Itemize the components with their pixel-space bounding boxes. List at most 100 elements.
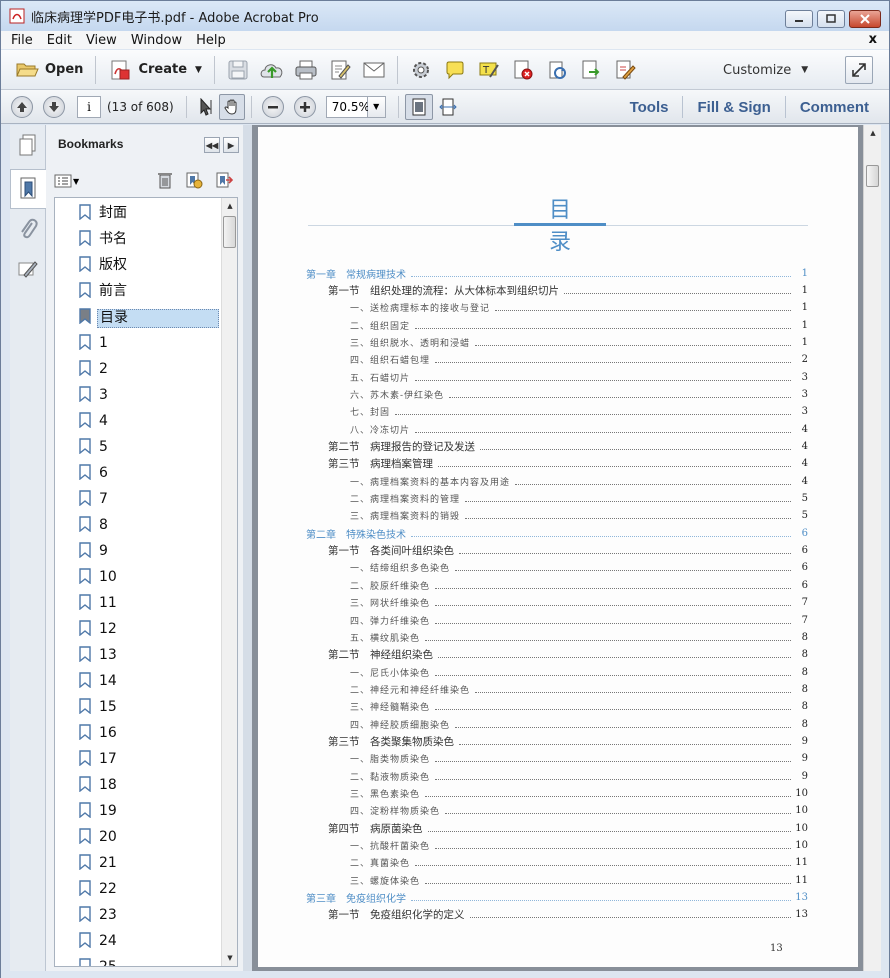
highlight-button[interactable]: T bbox=[472, 55, 506, 85]
export-button[interactable] bbox=[574, 55, 608, 85]
expand-bookmark-icon[interactable] bbox=[215, 171, 233, 189]
toc-entry-item[interactable]: 八、冷冻切片 4 bbox=[350, 421, 808, 437]
toc-entry-item[interactable]: 四、神经胶质细胞染色 8 bbox=[350, 716, 808, 732]
toc-entry-item[interactable]: 五、石蜡切片 3 bbox=[350, 369, 808, 385]
bookmark-item[interactable]: 10 bbox=[55, 564, 237, 590]
save-button[interactable] bbox=[221, 55, 255, 85]
minimize-button[interactable] bbox=[785, 10, 813, 28]
toc-entry-item[interactable]: 三、病理档案资料的销毁 5 bbox=[350, 508, 808, 524]
comment-button[interactable] bbox=[438, 55, 472, 85]
bookmark-options-button[interactable]: ▼ bbox=[54, 174, 79, 188]
bookmark-item[interactable]: 13 bbox=[55, 642, 237, 668]
bookmark-item[interactable]: 12 bbox=[55, 616, 237, 642]
bookmark-item[interactable]: 20 bbox=[55, 824, 237, 850]
bookmark-item[interactable]: 6 bbox=[55, 460, 237, 486]
bookmark-item[interactable]: 9 bbox=[55, 538, 237, 564]
collapse-panel-button[interactable]: ◀◀ bbox=[204, 137, 220, 153]
previous-page-button[interactable] bbox=[11, 95, 33, 118]
bookmark-item[interactable]: 24 bbox=[55, 928, 237, 954]
fit-width-button[interactable] bbox=[433, 92, 463, 122]
print-button[interactable] bbox=[289, 55, 323, 85]
toc-entry-item[interactable]: 三、黑色素染色 10 bbox=[350, 786, 808, 802]
toc-entry-chapter[interactable]: 第二章 特殊染色技术 6 bbox=[306, 525, 808, 541]
create-button[interactable]: Create ▼ bbox=[102, 55, 208, 85]
toc-entry-item[interactable]: 一、抗酸杆菌染色 10 bbox=[350, 838, 808, 854]
toc-entry-item[interactable]: 二、胶原纤维染色 6 bbox=[350, 577, 808, 593]
menu-view[interactable]: View bbox=[86, 33, 117, 48]
new-bookmark-icon[interactable] bbox=[185, 171, 203, 189]
tools-pane-link[interactable]: Tools bbox=[616, 99, 683, 116]
scroll-thumb[interactable] bbox=[223, 216, 236, 248]
bookmark-item[interactable]: 版权 bbox=[55, 252, 237, 278]
bookmark-item[interactable]: 15 bbox=[55, 694, 237, 720]
menu-file[interactable]: File bbox=[11, 33, 33, 48]
maximize-button[interactable] bbox=[817, 10, 845, 28]
full-screen-button[interactable] bbox=[845, 56, 873, 84]
bookmark-item[interactable]: 目录 bbox=[55, 304, 237, 330]
page-number-input[interactable]: i bbox=[77, 95, 101, 118]
comment-pane-link[interactable]: Comment bbox=[786, 99, 869, 116]
zoom-out-button[interactable] bbox=[261, 95, 284, 118]
toc-entry-item[interactable]: 四、淀粉样物质染色 10 bbox=[350, 803, 808, 819]
toc-entry-item[interactable]: 二、病理档案资料的管理 5 bbox=[350, 491, 808, 507]
bookmark-item[interactable]: 3 bbox=[55, 382, 237, 408]
attachments-button[interactable] bbox=[10, 209, 46, 249]
scroll-up-arrow-icon[interactable]: ▲ bbox=[865, 125, 881, 141]
next-page-button[interactable] bbox=[43, 95, 65, 118]
bookmark-item[interactable]: 19 bbox=[55, 798, 237, 824]
bookmark-item[interactable]: 8 bbox=[55, 512, 237, 538]
toc-entry-section[interactable]: 第四节 病原菌染色 10 bbox=[328, 820, 808, 836]
toc-entry-section[interactable]: 第一节 组织处理的流程：从大体标本到组织切片 1 bbox=[328, 282, 808, 298]
menu-edit[interactable]: Edit bbox=[47, 33, 72, 48]
settings-button[interactable] bbox=[404, 55, 438, 85]
toc-entry-item[interactable]: 一、脂类物质染色 9 bbox=[350, 751, 808, 767]
bookmark-item[interactable]: 4 bbox=[55, 408, 237, 434]
toc-entry-item[interactable]: 六、苏木素-伊红染色 3 bbox=[350, 386, 808, 402]
toc-entry-section[interactable]: 第三节 病理档案管理 4 bbox=[328, 456, 808, 472]
toc-entry-item[interactable]: 三、神经髓鞘染色 8 bbox=[350, 699, 808, 715]
toc-entry-chapter[interactable]: 第三章 免疫组织化学 13 bbox=[306, 890, 808, 906]
bookmarks-button[interactable] bbox=[10, 169, 46, 209]
scroll-down-arrow-icon[interactable]: ▼ bbox=[222, 950, 237, 966]
bookmark-item[interactable]: 14 bbox=[55, 668, 237, 694]
bookmark-item[interactable]: 11 bbox=[55, 590, 237, 616]
document-scrollbar[interactable]: ▲ bbox=[863, 125, 881, 971]
fit-page-button[interactable] bbox=[404, 93, 433, 120]
signatures-button[interactable] bbox=[10, 249, 46, 289]
email-button[interactable] bbox=[357, 55, 391, 85]
bookmark-item[interactable]: 17 bbox=[55, 746, 237, 772]
bookmark-item[interactable]: 22 bbox=[55, 876, 237, 902]
page-thumbnails-button[interactable] bbox=[10, 125, 46, 165]
delete-pages-button[interactable] bbox=[506, 55, 540, 85]
menu-window[interactable]: Window bbox=[131, 33, 182, 48]
toc-entry-item[interactable]: 二、组织固定 1 bbox=[350, 317, 808, 333]
bookmark-item[interactable]: 18 bbox=[55, 772, 237, 798]
select-tool-button[interactable] bbox=[193, 92, 219, 122]
zoom-in-button[interactable] bbox=[293, 95, 316, 118]
hand-tool-button[interactable] bbox=[218, 93, 245, 120]
close-button[interactable] bbox=[849, 10, 881, 28]
trash-icon[interactable] bbox=[157, 171, 173, 189]
bookmark-item[interactable]: 书名 bbox=[55, 226, 237, 252]
toc-entry-item[interactable]: 二、黏液物质染色 9 bbox=[350, 768, 808, 784]
bookmark-item[interactable]: 23 bbox=[55, 902, 237, 928]
bookmark-item[interactable]: 前言 bbox=[55, 278, 237, 304]
scroll-up-arrow-icon[interactable]: ▲ bbox=[222, 198, 237, 214]
bookmark-item[interactable]: 封面 bbox=[55, 200, 237, 226]
toc-entry-item[interactable]: 三、组织脱水、透明和浸蜡 1 bbox=[350, 334, 808, 350]
toc-entry-item[interactable]: 四、组织石蜡包埋 2 bbox=[350, 352, 808, 368]
toc-entry-item[interactable]: 一、送检病理标本的接收与登记 1 bbox=[350, 300, 808, 316]
rotate-button[interactable] bbox=[540, 55, 574, 85]
toc-entry-item[interactable]: 二、真菌染色 11 bbox=[350, 855, 808, 871]
customize-dropdown[interactable]: Customize ▼ bbox=[723, 58, 818, 82]
toc-entry-item[interactable]: 一、病理档案资料的基本内容及用途 4 bbox=[350, 473, 808, 489]
bookmark-item[interactable]: 5 bbox=[55, 434, 237, 460]
bookmarks-scrollbar[interactable]: ▲ ▼ bbox=[221, 198, 237, 966]
toc-entry-item[interactable]: 四、弹力纤维染色 7 bbox=[350, 612, 808, 628]
menu-help[interactable]: Help bbox=[196, 33, 226, 48]
edit-button[interactable] bbox=[323, 55, 357, 85]
bookmark-item[interactable]: 16 bbox=[55, 720, 237, 746]
toc-entry-item[interactable]: 七、封固 3 bbox=[350, 404, 808, 420]
panel-splitter[interactable] bbox=[243, 125, 252, 971]
toc-entry-item[interactable]: 三、螺旋体染色 11 bbox=[350, 872, 808, 888]
